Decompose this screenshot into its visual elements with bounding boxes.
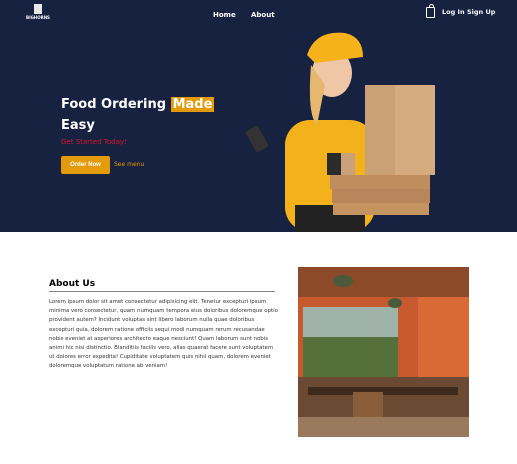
- hero-title: Food Ordering Made Easy: [61, 94, 221, 136]
- title-highlight: Made: [170, 97, 215, 112]
- about-heading: About Us: [49, 279, 96, 289]
- shopping-bag-icon[interactable]: [426, 4, 435, 18]
- logo-mark-icon: [34, 4, 42, 14]
- hero-section: BIGHORNS Home About Log In Sign Up Food …: [0, 0, 517, 232]
- title-end: Easy: [61, 118, 95, 133]
- signup-link[interactable]: Sign Up: [467, 8, 495, 16]
- nav-about[interactable]: About: [251, 11, 275, 19]
- order-now-button[interactable]: Order Now: [61, 156, 110, 174]
- see-menu-link[interactable]: See menu: [114, 161, 144, 168]
- about-text: Lorem ipsum dolor sit amet consectetur a…: [49, 299, 278, 370]
- logo-text: BIGHORNS: [26, 15, 50, 20]
- login-link[interactable]: Log In: [442, 8, 465, 16]
- title-start: Food Ordering: [61, 97, 171, 112]
- divider: [49, 291, 275, 292]
- nav-home[interactable]: Home: [213, 11, 236, 19]
- restaurant-image: [298, 267, 469, 437]
- logo[interactable]: BIGHORNS: [26, 4, 50, 24]
- delivery-woman-image: [245, 32, 435, 232]
- hero-subtitle: Get Started Today!: [61, 138, 127, 146]
